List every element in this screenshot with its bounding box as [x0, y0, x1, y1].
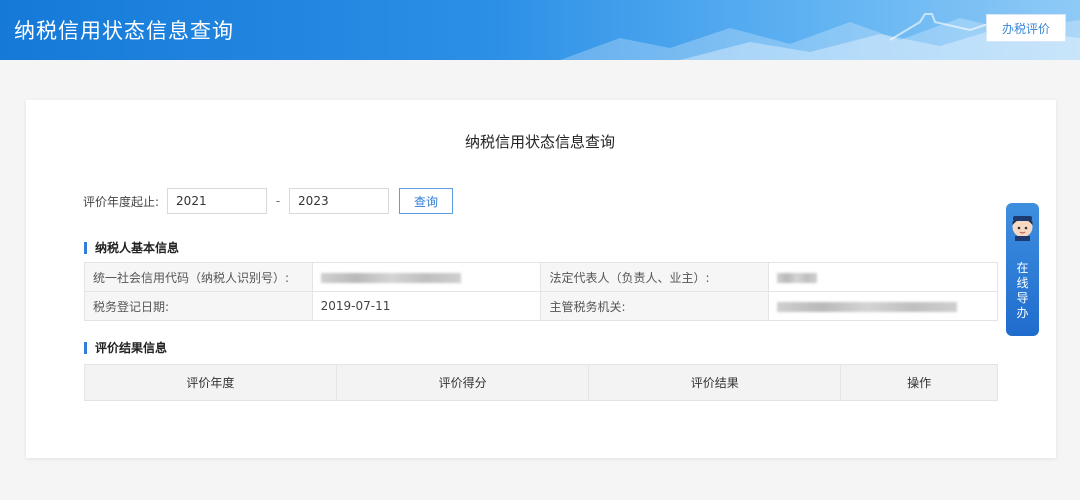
legal-rep-value	[768, 262, 998, 292]
redacted-value	[777, 301, 958, 312]
column-header-score: 评价得分	[335, 364, 590, 401]
assistant-avatar-icon	[1012, 216, 1033, 241]
taxpayer-info-table: 统一社会信用代码（纳税人识别号）: 法定代表人（负责人、业主）: 税务登记日期:…	[84, 262, 998, 321]
top-banner: 纳税信用状态信息查询 办税评价	[0, 0, 1080, 60]
result-info-heading: 评价结果信息	[84, 342, 167, 354]
start-year-input[interactable]	[167, 188, 268, 214]
rate-service-button[interactable]: 办税评价	[986, 14, 1066, 42]
tax-authority-label: 主管税务机关:	[540, 291, 770, 321]
taxpayer-info-heading: 纳税人基本信息	[84, 242, 179, 254]
redacted-value	[320, 272, 461, 283]
column-header-action: 操作	[840, 364, 998, 401]
table-row: 税务登记日期: 2019-07-11 主管税务机关:	[84, 291, 998, 321]
table-header-row: 评价年度 评价得分 评价结果 操作	[84, 364, 998, 401]
result-table: 评价年度 评价得分 评价结果 操作	[84, 364, 998, 401]
reg-date-value: 2019-07-11	[311, 291, 542, 321]
page-title: 纳税信用状态信息查询	[14, 19, 234, 43]
column-header-year: 评价年度	[84, 364, 337, 401]
query-card: 纳税信用状态信息查询 评价年度起止: - 查询 纳税人基本信息 统一社会信用代码…	[26, 100, 1056, 458]
online-guide-label: 在 线 导 办	[1016, 261, 1029, 320]
tax-authority-value	[768, 291, 998, 321]
redacted-value	[777, 272, 818, 283]
column-header-result: 评价结果	[588, 364, 842, 401]
card-title: 纳税信用状态信息查询	[464, 133, 615, 151]
legal-rep-label: 法定代表人（负责人、业主）:	[540, 262, 770, 292]
reg-date-label: 税务登记日期:	[84, 291, 313, 321]
range-separator: -	[275, 194, 281, 208]
year-range-label: 评价年度起止:	[83, 194, 160, 209]
table-row: 统一社会信用代码（纳税人识别号）: 法定代表人（负责人、业主）:	[84, 262, 998, 292]
query-button[interactable]: 查询	[399, 188, 454, 214]
online-guide-button[interactable]: 在 线 导 办	[1006, 203, 1039, 336]
credit-code-label: 统一社会信用代码（纳税人识别号）:	[84, 262, 313, 292]
end-year-input[interactable]	[289, 188, 390, 214]
credit-code-value	[311, 262, 542, 292]
year-range-query: 评价年度起止: - 查询	[83, 188, 454, 214]
